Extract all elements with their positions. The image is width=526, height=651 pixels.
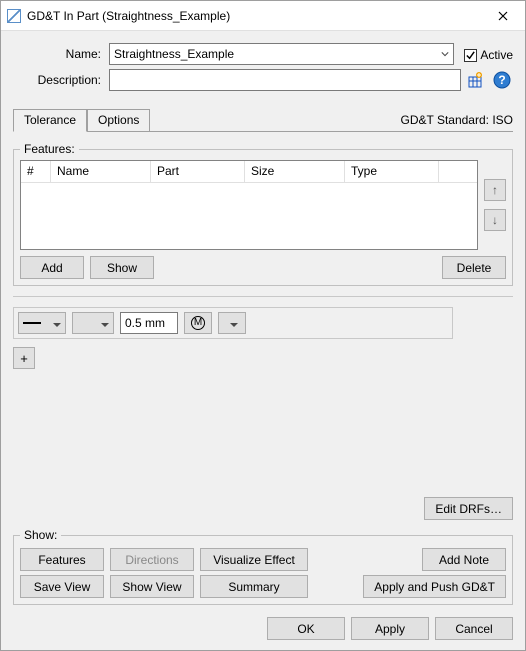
- name-value: Straightness_Example: [114, 47, 437, 61]
- content-area: Name: Straightness_Example Active Descri…: [1, 31, 525, 650]
- add-note-button[interactable]: Add Note: [422, 548, 506, 571]
- col-spacer: [439, 161, 477, 183]
- name-label: Name:: [13, 47, 105, 61]
- straightness-icon: [23, 322, 41, 324]
- col-name[interactable]: Name: [51, 161, 151, 183]
- move-up-button[interactable]: ↑: [484, 179, 506, 201]
- show-group: Show: Features Directions Visualize Effe…: [13, 528, 513, 605]
- app-icon: [7, 9, 21, 23]
- dialog-window: GD&T In Part (Straightness_Example) Name…: [0, 0, 526, 651]
- tolerance-panel: Features: # Name Part Size Type ↑: [13, 136, 513, 520]
- show-legend: Show:: [20, 528, 61, 542]
- edit-drfs-button[interactable]: Edit DRFs…: [424, 497, 513, 520]
- visualize-effect-button[interactable]: Visualize Effect: [200, 548, 308, 571]
- tab-strip: Tolerance Options GD&T Standard: ISO: [13, 109, 513, 132]
- description-label: Description:: [13, 73, 105, 87]
- name-combo[interactable]: Straightness_Example: [109, 43, 454, 65]
- chevron-down-icon: [97, 316, 109, 330]
- tolerance-spec-row: M: [13, 307, 453, 339]
- window-title: GD&T In Part (Straightness_Example): [27, 9, 480, 23]
- cancel-button[interactable]: Cancel: [435, 617, 513, 640]
- add-fcf-row-button[interactable]: +: [13, 347, 35, 369]
- add-button[interactable]: Add: [20, 256, 84, 279]
- col-size[interactable]: Size: [245, 161, 345, 183]
- chevron-down-icon: [226, 316, 238, 330]
- ok-button[interactable]: OK: [267, 617, 345, 640]
- description-input[interactable]: [109, 69, 461, 91]
- col-type[interactable]: Type: [345, 161, 439, 183]
- tab-options[interactable]: Options: [87, 109, 150, 131]
- description-row: Description: ?: [13, 69, 513, 91]
- reorder-column: ↑ ↓: [484, 160, 506, 250]
- svg-text:?: ?: [498, 73, 505, 87]
- features-table[interactable]: # Name Part Size Type: [20, 160, 478, 250]
- close-icon: [498, 11, 508, 21]
- active-checkbox[interactable]: Active: [464, 47, 513, 62]
- delete-button[interactable]: Delete: [442, 256, 506, 279]
- table-header: # Name Part Size Type: [21, 161, 477, 183]
- checkbox-icon: [464, 49, 477, 62]
- save-view-button[interactable]: Save View: [20, 575, 104, 598]
- move-down-button[interactable]: ↓: [484, 209, 506, 231]
- dialog-footer: OK Apply Cancel: [13, 617, 513, 640]
- features-legend: Features:: [20, 142, 79, 156]
- datum-dropdown[interactable]: [218, 312, 246, 334]
- apply-button[interactable]: Apply: [351, 617, 429, 640]
- characteristic-symbol-dropdown[interactable]: [18, 312, 66, 334]
- summary-button[interactable]: Summary: [200, 575, 308, 598]
- material-modifier-button[interactable]: M: [184, 312, 212, 334]
- col-part[interactable]: Part: [151, 161, 245, 183]
- close-button[interactable]: [480, 1, 525, 30]
- circled-m-icon: M: [191, 316, 205, 330]
- tolerance-value-input[interactable]: [120, 312, 178, 334]
- zone-dropdown[interactable]: [72, 312, 114, 334]
- show-button[interactable]: Show: [90, 256, 154, 279]
- column-chooser-icon[interactable]: [465, 69, 487, 91]
- chevron-down-icon: [49, 316, 61, 330]
- separator: [13, 296, 513, 297]
- features-group: Features: # Name Part Size Type ↑: [13, 142, 513, 286]
- show-directions-button: Directions: [110, 548, 194, 571]
- help-icon[interactable]: ?: [491, 69, 513, 91]
- name-row: Name: Straightness_Example Active: [13, 43, 513, 65]
- title-bar: GD&T In Part (Straightness_Example): [1, 1, 525, 31]
- features-buttons: Add Show Delete: [20, 256, 506, 279]
- apply-push-gdt-button[interactable]: Apply and Push GD&T: [363, 575, 506, 598]
- show-view-button[interactable]: Show View: [110, 575, 194, 598]
- gdt-standard-label: GD&T Standard: ISO: [401, 113, 514, 131]
- col-num[interactable]: #: [21, 161, 51, 183]
- chevron-down-icon: [437, 44, 453, 64]
- tab-tolerance[interactable]: Tolerance: [13, 109, 87, 132]
- show-features-button[interactable]: Features: [20, 548, 104, 571]
